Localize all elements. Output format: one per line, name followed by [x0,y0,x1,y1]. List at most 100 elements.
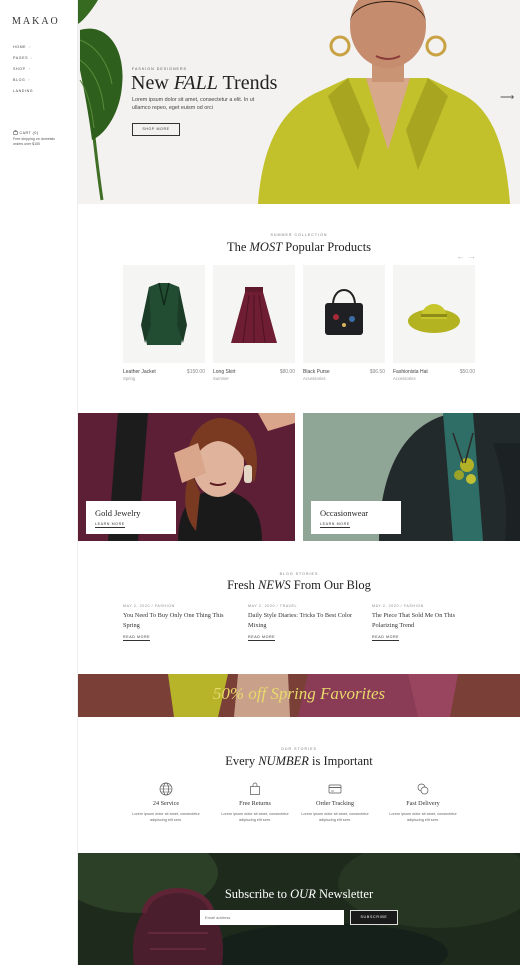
stats-title: Every NUMBER is Important [78,754,520,769]
nav-label: BLOG [13,78,26,82]
card-icon [328,784,342,794]
arrow-left-icon[interactable]: ← [456,251,467,261]
blog-kicker: BLOG STORIES [279,572,319,576]
product-card[interactable] [123,265,205,363]
read-more-link[interactable]: READ MORE [248,635,276,641]
post-meta: MAY 2, 2020 / FASHION [123,604,175,608]
hero-text: Lorem ipsum dolor sit amet, consectetur … [132,97,255,111]
stats-kicker: OUR STORIES [281,747,317,751]
monstera-leaf-image [78,0,123,201]
product-name[interactable]: Long Skirt [213,369,236,375]
nav-item-shop[interactable]: SHOP › [13,67,30,71]
product-name[interactable]: Leather Jacket [123,369,156,375]
nav-label: LANDING [13,89,34,93]
globe-icon [159,782,173,796]
post-title[interactable]: You Need To Buy Only One Thing This Spri… [123,611,228,631]
title-post: Newsletter [315,887,374,901]
hero-title-pre: New [131,72,174,94]
read-more-link[interactable]: READ MORE [372,635,400,641]
title-em: OUR [290,887,316,901]
coins-icon [417,783,429,795]
post-title[interactable]: Daily Style Diaries: Tricks To Best Colo… [248,611,353,631]
title-em: NEWS [258,578,291,592]
product-card[interactable] [213,265,295,363]
products-title: The MOST Popular Products [78,240,520,255]
product-price: $96.50 [369,369,385,375]
feature-title: 24 Service [152,800,180,807]
category-label: Occasionwear LEARN MORE [311,501,401,534]
title-em: NUMBER [258,754,309,768]
title-pre: Subscribe to [224,887,291,901]
nav-label: PAGES [13,56,29,60]
blog-title: Fresh NEWS From Our Blog [78,578,520,593]
title-em: MOST [249,240,283,254]
product-category: Summer [213,376,229,381]
feature-text: Lorem ipsum dolor sit amet, consectetur … [301,812,369,822]
nav-item-landing[interactable]: LANDING [13,89,33,93]
fashionista-hat-image [408,304,460,333]
feature-text: Lorem ipsum dolor sit amet, consectetur … [132,812,200,822]
newsletter-background-image [78,853,520,965]
product-card[interactable] [393,265,475,363]
shop-more-button[interactable]: SHOP MORE [132,123,180,136]
hero-banner: FASHION DESIGNERS New FALL Trends Lorem … [78,0,520,204]
hero-kicker: FASHION DESIGNERS [132,67,187,71]
hero-title-em: FALL [173,72,218,94]
category-occasionwear[interactable]: Occasionwear LEARN MORE [303,413,520,541]
title-pre: The [226,240,250,254]
carousel-arrows[interactable]: ←→ [456,251,478,261]
product-category: Spring [123,376,136,381]
product-category: Accessories [303,376,326,381]
long-skirt-image [231,287,277,344]
bag-icon [250,782,260,795]
arrow-right-icon[interactable]: ⟶ [500,92,514,103]
subscribe-button[interactable]: SUBSCRIBE [350,910,398,925]
feature-text: Lorem ipsum dolor sit amet, consectetur … [389,812,457,822]
logo[interactable]: MAKAO [12,16,60,27]
feature-title: Fast Delivery [406,800,440,807]
category-label: Gold Jewelry LEARN MORE [86,501,176,534]
nav-item-home[interactable]: HOME › [13,45,31,49]
newsletter-section: Subscribe to OUR Newsletter SUBSCRIBE [78,853,520,965]
cart-link[interactable]: CART (0) [13,130,39,135]
promo-text: 50% off Spring Favorites [212,684,386,703]
category-gold-jewelry[interactable]: Gold Jewelry LEARN MORE [78,413,295,541]
email-field[interactable] [200,910,344,925]
post-meta: MAY 2, 2020 / FASHION [372,604,424,608]
post-meta: MAY 2, 2020 / TRAVEL [248,604,298,608]
products-kicker: SUMMER COLLECTION [270,233,328,237]
chevron-right-icon: › [28,67,31,71]
product-name[interactable]: Black Purse [303,369,330,375]
learn-more-link[interactable]: LEARN MORE [95,522,125,528]
title-pre: Fresh [227,578,259,592]
black-purse-image [325,289,363,335]
post-title[interactable]: The Piece That Sold Me On This Polarizin… [372,611,477,631]
product-card[interactable] [303,265,385,363]
arrow-right-icon[interactable]: → [467,251,478,261]
feature-title: Order Tracking [316,800,354,807]
chevron-right-icon: › [31,56,33,60]
promo-banner[interactable]: 50% off Spring Favorites [78,674,520,717]
nav-item-blog[interactable]: BLOG › [13,78,30,82]
read-more-link[interactable]: READ MORE [123,635,151,641]
hero-model-image [258,0,510,204]
chevron-right-icon: › [29,45,31,49]
product-name[interactable]: Fashionista Hat [393,369,428,375]
feature-title: Free Returns [239,800,271,807]
sidebar: MAKAO HOME › PAGES › SHOP › BLOG › LANDING C… [0,0,78,965]
product-price: $50.00 [459,369,475,375]
bag-icon [13,130,18,135]
category-title: Gold Jewelry [95,508,141,518]
leather-jacket-image [141,282,187,345]
chevron-right-icon: › [28,78,31,82]
product-category: Accessories [393,376,416,381]
product-price: $150.00 [186,369,205,375]
title-pre: Every [225,754,259,768]
nav-label: SHOP [13,67,26,71]
learn-more-link[interactable]: LEARN MORE [320,522,350,528]
feature-text: Lorem ipsum dolor sit amet, consectetur … [221,812,289,822]
shipping-note: Free shipping on domestic orders over $1… [13,137,56,146]
product-price: $80.00 [279,369,295,375]
nav-item-pages[interactable]: PAGES › [13,56,33,60]
newsletter-title: Subscribe to OUR Newsletter [78,887,520,902]
